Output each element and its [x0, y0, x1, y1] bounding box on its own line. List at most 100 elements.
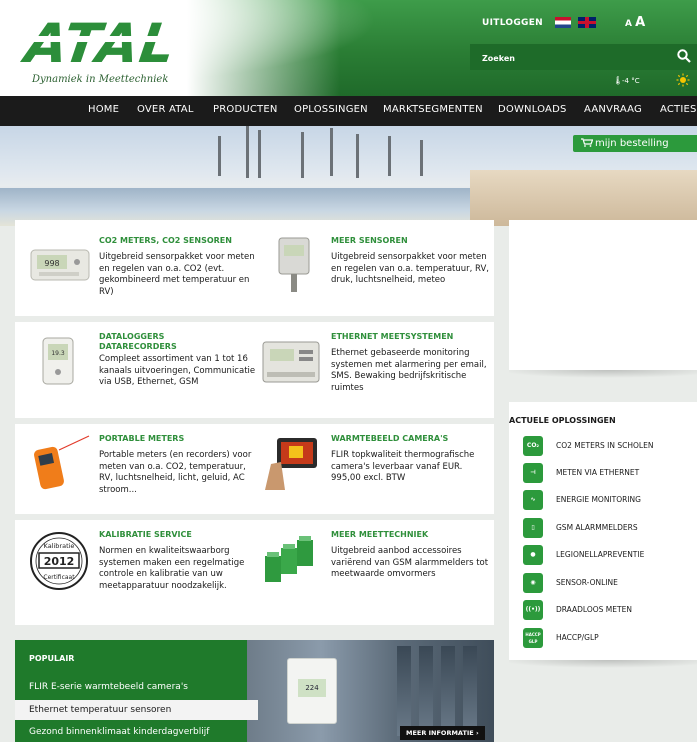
chevron-right-icon: ›	[476, 729, 479, 737]
tagline: Dynamiek in Meettechniek	[32, 74, 169, 85]
nav-marktsegmenten[interactable]: MARKTSEGMENTEN	[383, 104, 483, 115]
product-title[interactable]: MEER SENSOREN	[331, 236, 408, 246]
ethernet-icon: ⊣	[523, 463, 543, 483]
phone-icon: ▯	[523, 518, 543, 538]
seal-top-text: Kalibratie	[44, 542, 75, 550]
product-description: Ethernet gebaseerde monitoring systemen …	[331, 348, 487, 393]
solution-haccp[interactable]: HACCP GLP HACCP/GLP	[523, 628, 697, 650]
co2-meter-image: 998	[30, 249, 90, 281]
solution-label[interactable]: METEN VIA ETHERNET	[556, 468, 639, 477]
popular-panel: 224 POPULAIR FLIR E-serie warmtebeeld ca…	[15, 640, 494, 742]
search-bar	[470, 44, 697, 70]
header: ATAL Dynamiek in Meettechniek UITLOGGEN …	[0, 0, 697, 96]
nav-producten[interactable]: PRODUCTEN	[213, 104, 278, 115]
tree	[388, 136, 391, 176]
product-title[interactable]: KALIBRATIE SERVICE	[99, 530, 192, 540]
product-description: Uitgebreid sensorpakket voor meten en re…	[99, 252, 255, 297]
search-icon[interactable]	[676, 48, 692, 64]
calibration-seal-image: Kalibratie 2012 Certificaat	[30, 532, 88, 590]
energy-wave-icon: ∿	[523, 490, 543, 510]
haccp-icon: HACCP GLP	[523, 628, 543, 648]
product-description: Uitgebreid aanbod accessoires variërend …	[331, 546, 489, 579]
product-description: Normen en kwaliteitswaarborg systemen ma…	[99, 546, 245, 591]
sidebar-panel	[509, 220, 697, 370]
popular-item-flir[interactable]: FLIR E-serie warmtebeeld camera's	[15, 677, 247, 697]
tree	[420, 140, 423, 176]
solution-label[interactable]: HACCP/GLP	[556, 633, 599, 642]
tree	[218, 136, 221, 176]
solution-label[interactable]: ENERGIE MONITORING	[556, 495, 641, 504]
solutions-panel: ACTUELE OPLOSSINGEN CO₂ CO2 METERS IN SC…	[509, 402, 697, 660]
tree	[258, 130, 261, 178]
popular-title: POPULAIR	[29, 654, 75, 663]
tree	[330, 128, 333, 176]
datalogger-image: 19.3	[42, 337, 74, 385]
solution-ethernet[interactable]: ⊣ METEN VIA ETHERNET	[523, 463, 697, 485]
product-title[interactable]: DATALOGGERS DATARECORDERS	[99, 332, 177, 352]
logout-link[interactable]: UITLOGGEN	[482, 18, 543, 28]
product-row: PORTABLE METERS Portable meters (en reco…	[15, 424, 494, 514]
product-description: Uitgebreid sensorpakket voor meten en re…	[331, 252, 489, 285]
seal-bottom-text: Certificaat	[43, 574, 75, 581]
tree	[246, 126, 249, 178]
product-title[interactable]: WARMTEBEELD CAMERA'S	[331, 434, 448, 444]
search-input[interactable]	[482, 50, 662, 66]
sun-icon	[676, 73, 690, 87]
main-navigation: HOME OVER ATAL PRODUCTEN OPLOSSINGEN MAR…	[0, 96, 697, 126]
font-small-label[interactable]: A	[625, 19, 632, 29]
product-row: 19.3 DATALOGGERS DATARECORDERS Compleet …	[15, 322, 494, 418]
atal-logo[interactable]: ATAL	[22, 12, 180, 75]
svg-text:19.3: 19.3	[51, 350, 65, 357]
solution-legionella[interactable]: ● LEGIONELLAPREVENTIE	[523, 545, 697, 567]
product-description: Portable meters (en recorders) voor mete…	[99, 450, 252, 495]
my-order-button[interactable]: mijn bestelling	[573, 135, 697, 152]
more-info-button[interactable]: MEER INFORMATIE ›	[400, 726, 485, 740]
hero-field	[470, 170, 697, 226]
product-title[interactable]: ETHERNET MEETSYSTEMEN	[331, 332, 453, 342]
popular-item-ethernet[interactable]: Ethernet temperatuur sensoren	[15, 700, 258, 720]
thermal-camera-image	[265, 438, 317, 490]
droplet-icon: ●	[523, 545, 543, 565]
product-row: 998 CO2 METERS, CO2 SENSOREN Uitgebreid …	[15, 220, 494, 316]
weather-temperature: -4 °C	[622, 77, 640, 85]
solution-label[interactable]: LEGIONELLAPREVENTIE	[556, 550, 644, 559]
solution-energy[interactable]: ∿ ENERGIE MONITORING	[523, 490, 697, 512]
ethernet-sensor-image: 224	[287, 658, 337, 724]
tree	[301, 132, 304, 178]
ethernet-system-image	[262, 341, 320, 383]
product-title[interactable]: CO2 METERS, CO2 SENSOREN	[99, 236, 232, 246]
solution-label[interactable]: SENSOR-ONLINE	[556, 578, 618, 587]
solution-label[interactable]: DRAADLOOS METEN	[556, 605, 632, 614]
font-size-toggle[interactable]: A A	[625, 15, 645, 30]
uk-flag-icon[interactable]	[578, 17, 596, 28]
portable-meter-image	[34, 435, 90, 490]
nav-downloads[interactable]: DOWNLOADS	[498, 104, 567, 115]
panel-shadow	[509, 370, 697, 384]
logo-swoosh	[30, 36, 162, 42]
cart-icon	[581, 138, 593, 147]
solution-label[interactable]: CO2 METERS IN SCHOLEN	[556, 441, 653, 450]
solution-gsm[interactable]: ▯ GSM ALARMMELDERS	[523, 518, 697, 540]
solutions-title: ACTUELE OPLOSSINGEN	[509, 416, 616, 425]
product-description: Compleet assortiment van 1 tot 16 kanaal…	[99, 354, 256, 387]
popular-item-climate[interactable]: Gezond binnenklimaat kinderdagverblijf	[15, 722, 247, 742]
server-rack	[441, 646, 455, 736]
nav-acties[interactable]: ACTIES	[660, 104, 697, 115]
product-title[interactable]: MEER MEETTECHNIEK	[331, 530, 428, 540]
solution-co2-schools[interactable]: CO₂ CO2 METERS IN SCHOLEN	[523, 436, 697, 458]
font-big-label[interactable]: A	[635, 15, 645, 30]
solution-label[interactable]: GSM ALARMMELDERS	[556, 523, 638, 532]
nav-oplossingen[interactable]: OPLOSSINGEN	[294, 104, 368, 115]
panel-shadow	[509, 660, 697, 674]
seal-year: 2012	[44, 555, 75, 568]
nav-aanvraag[interactable]: AANVRAAG	[584, 104, 642, 115]
dutch-flag-icon[interactable]	[555, 17, 571, 28]
nav-home[interactable]: HOME	[88, 104, 119, 115]
product-title[interactable]: PORTABLE METERS	[99, 434, 184, 444]
nav-over-atal[interactable]: OVER ATAL	[137, 104, 194, 115]
top-bar: UITLOGGEN A A	[470, 12, 697, 38]
solution-sensor-online[interactable]: ◉ SENSOR-ONLINE	[523, 573, 697, 595]
server-rack	[397, 646, 411, 736]
solution-wireless[interactable]: ((•)) DRAADLOOS METEN	[523, 600, 697, 622]
globe-icon: ◉	[523, 573, 543, 593]
